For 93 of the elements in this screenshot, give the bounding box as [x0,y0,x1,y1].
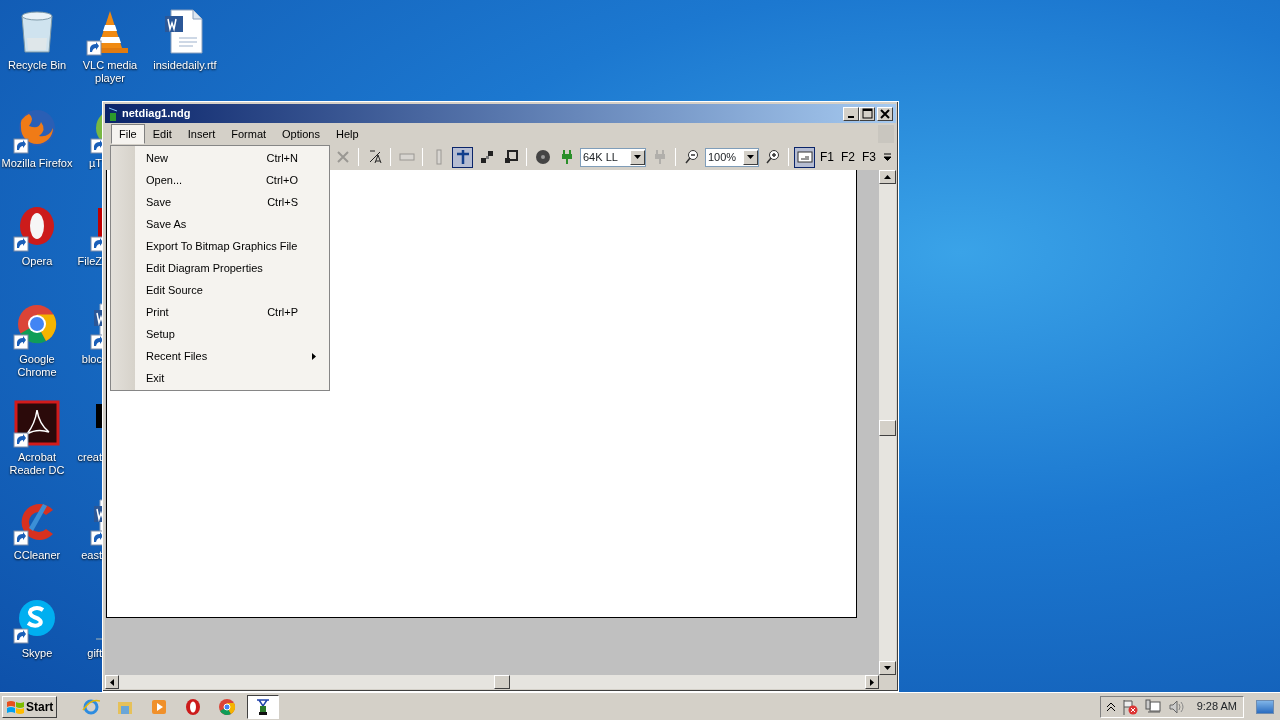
ring-icon [184,697,203,716]
toolbar-chevron-icon[interactable] [884,153,892,161]
shortcut-text: Ctrl+O [265,172,298,188]
down-arrow-icon [884,666,891,670]
icon-label: µT [88,157,102,170]
node-icon [534,149,551,165]
group-icon [478,149,495,165]
menu-item[interactable]: Open... [146,171,183,189]
shortcut-text: Ctrl+S [267,194,298,210]
show-desktop-button[interactable] [1256,699,1274,714]
vertical-scrollbar[interactable] [879,170,896,675]
document-logo-icon[interactable] [13,400,61,448]
network-tool-taskbar-button[interactable] [247,694,280,719]
icon-label: creat [77,451,102,464]
dropdown-arrow-button[interactable] [743,149,758,165]
icon-label: FileZ [77,255,102,268]
right-arrow-icon [870,678,874,686]
icon-label: east [81,549,102,562]
menu-item[interactable]: Export To Bitmap Graphics File [146,237,298,255]
maximize-button[interactable] [859,106,875,121]
menu-item[interactable]: Edit Source [146,281,203,299]
scroll-thumb[interactable] [879,420,896,436]
menu-item[interactable]: Save [146,193,172,211]
menu-item[interactable]: Format [223,124,275,144]
browser-icon [82,697,101,716]
icon-label: bloc [81,353,102,366]
horizontal-scrollbar[interactable] [105,675,879,689]
icon-label: Mozilla Firefox [1,157,73,170]
function-key-button[interactable]: F3 [860,148,879,166]
crosshair-icon [454,149,471,165]
resize-icon [502,149,519,165]
menu-item[interactable]: Options [274,124,328,144]
menu-item[interactable]: Setup [146,325,175,343]
scroll-up-button[interactable] [879,170,896,184]
clock: 9:28 AM [1196,699,1237,715]
menu-item[interactable]: New [146,149,168,167]
icon-label: VLC media player [81,59,139,85]
speaker-icon[interactable] [1167,698,1184,715]
minimize-icon [848,116,854,118]
dropdown[interactable]: 100% [705,147,759,167]
submenu-arrow-icon [312,352,316,360]
function-key-button[interactable]: F2 [839,148,858,166]
menu-item[interactable]: Edit [144,124,180,144]
icon-label: Skype [21,647,53,660]
circle-logo-icon [218,697,237,716]
caret-icon [747,155,754,159]
scroll-right-button[interactable] [865,675,879,689]
menu-item[interactable]: Insert [179,124,224,144]
scroll-down-button[interactable] [879,661,896,675]
play-icon [150,697,169,716]
menu-item[interactable]: Recent Files [146,347,208,365]
app-icon [108,106,118,121]
menu-item[interactable]: Help [328,124,367,144]
dropdown-value: 64K LL [583,149,618,165]
close-button[interactable] [877,106,893,121]
menu-item[interactable]: Exit [146,369,165,387]
icon-label: insidedaily.rtf [153,59,217,72]
network-icon[interactable] [1144,698,1161,715]
minimize-button[interactable] [843,106,859,121]
shortcut-text: Ctrl+N [266,150,298,166]
flag-icon[interactable] [1121,698,1138,715]
crosshair-button[interactable] [452,146,473,168]
menu-item[interactable]: Print [146,303,169,321]
window-title: netdiag1.ndg [122,106,191,122]
icon-label: Google Chrome [16,353,58,379]
delete-icon [334,149,351,165]
scroll-thumb[interactable] [494,675,510,689]
shortcut-text: Ctrl+P [267,304,298,320]
function-key-button[interactable]: F1 [818,148,836,166]
zoom-out-icon [683,149,700,165]
icon-label: gift [87,647,102,660]
icon-label: Opera [21,255,53,268]
show-hidden-icons-icon[interactable] [1106,702,1115,711]
dropdown-value: 100% [708,149,737,165]
caret-icon [634,155,641,159]
icon-label: Recycle Bin [7,59,67,72]
windows-logo-icon [6,698,24,715]
dropdown-arrow-button[interactable] [630,149,645,165]
close-icon [879,107,891,120]
menu-item[interactable]: File [111,124,145,144]
maximize-icon [861,107,873,120]
zoom-in-icon [764,149,781,165]
icon-label: CCleaner [13,549,61,562]
menu-item[interactable]: Edit Diagram Properties [146,259,263,277]
menu-item[interactable]: Save As [146,215,187,233]
icon-label: Acrobat Reader DC [8,451,66,477]
left-arrow-icon [110,678,114,686]
dropdown[interactable]: 64K LL [580,147,646,167]
scroll-left-button[interactable] [105,675,119,689]
up-arrow-icon [884,175,891,179]
frame-icon [796,149,813,165]
frame-button[interactable] [794,146,815,168]
start-button[interactable]: Start [2,695,58,718]
